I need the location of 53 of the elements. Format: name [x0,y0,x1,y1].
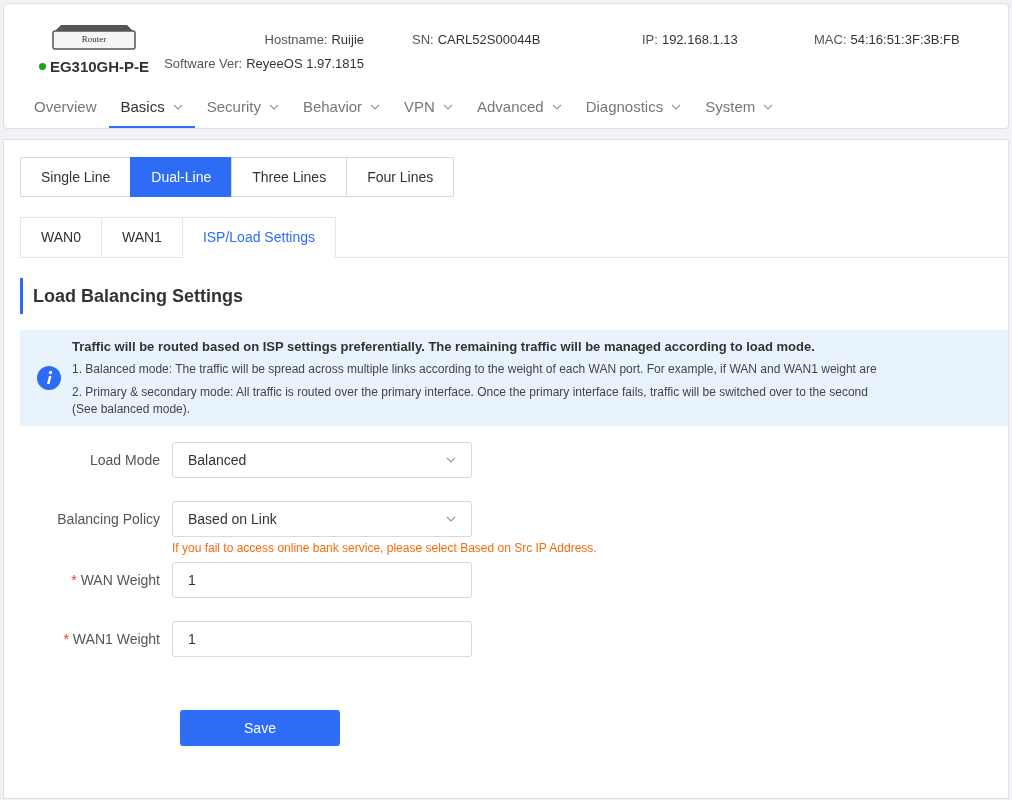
field-label: Balancing Policy [57,509,160,529]
info-label: Hostname: [264,31,328,49]
nav-tab[interactable]: Diagnostics [573,88,694,128]
field-label: WAN1 Weight [72,629,160,649]
notice-heading: Traffic will be routed based on ISP settings preferentially. The remaining traffic will be managed according to load mode. [72,338,816,355]
info-value: Ruijie [331,31,364,49]
info-label: IP: [642,31,658,49]
section-title: Load Balancing Settings [33,284,244,308]
required-mark: * [63,629,69,649]
nav-tab[interactable]: Overview [22,88,109,128]
chevron-down-icon [370,104,381,110]
notice-text: 2. Primary & secondary mode: All traffic is routed over the primary interface. Once the primary interface fails, traffic will be switched over to the second [72,384,869,401]
line-tab[interactable]: Three Lines [231,157,348,197]
line-tab[interactable]: Dual-Line [130,157,233,197]
chevron-down-icon [763,104,774,110]
nav-tab[interactable]: Security [194,88,291,128]
info-label: SN: [412,31,434,49]
nav-tab[interactable]: System [693,88,786,128]
chevron-down-icon [446,457,456,463]
wan-tab[interactable]: WAN0 [20,217,102,258]
nav-tab[interactable]: Behavior [290,88,393,128]
save-button[interactable]: Save [180,710,340,746]
hint-text: If you fail to access online bank service, please select Based on Src IP Address. [172,540,597,557]
notice-text: (See balanced mode). [72,401,192,418]
info-label: MAC: [814,31,847,49]
nav-tab[interactable]: VPN [392,88,465,128]
line-tab[interactable]: Single Line [20,157,132,197]
info-label: Software Ver: [164,54,243,73]
info-value: 192.168.1.13 [661,31,738,49]
chevron-down-icon [442,104,453,110]
wan-tab[interactable]: ISP/Load Settings [181,217,336,258]
input-field[interactable]: 1 [172,562,472,598]
dropdown-select[interactable]: Based on Link [172,501,472,537]
chevron-down-icon [671,104,682,110]
chevron-down-icon [268,104,279,110]
dropdown-select[interactable]: Balanced [172,442,472,478]
info-value: ReyeeOS 1.97.1815 [246,54,364,73]
nav-tab[interactable]: Advanced [464,88,574,128]
line-tab[interactable]: Four Lines [346,157,455,197]
required-mark: * [71,570,77,590]
field-label: Load Mode [89,450,160,470]
info-value: 54:16:51:3F:3B:FB [850,31,960,49]
field-label: WAN Weight [80,570,160,590]
device-model: EG310GH-P-E [49,56,150,77]
router-label: Router [81,33,107,46]
notice-text: 1. Balanced mode: The traffic will be spread across multiple links according to the weight of each WAN port. For example, if WAN and WAN1 weight are [72,361,877,378]
info-value: CARL52S00044B [437,31,541,49]
chevron-down-icon [446,516,456,522]
chevron-down-icon [172,104,183,110]
info-icon [36,365,62,391]
chevron-down-icon [551,104,562,110]
input-field[interactable]: 1 [172,621,472,657]
nav-tab[interactable]: Basics [108,88,195,128]
